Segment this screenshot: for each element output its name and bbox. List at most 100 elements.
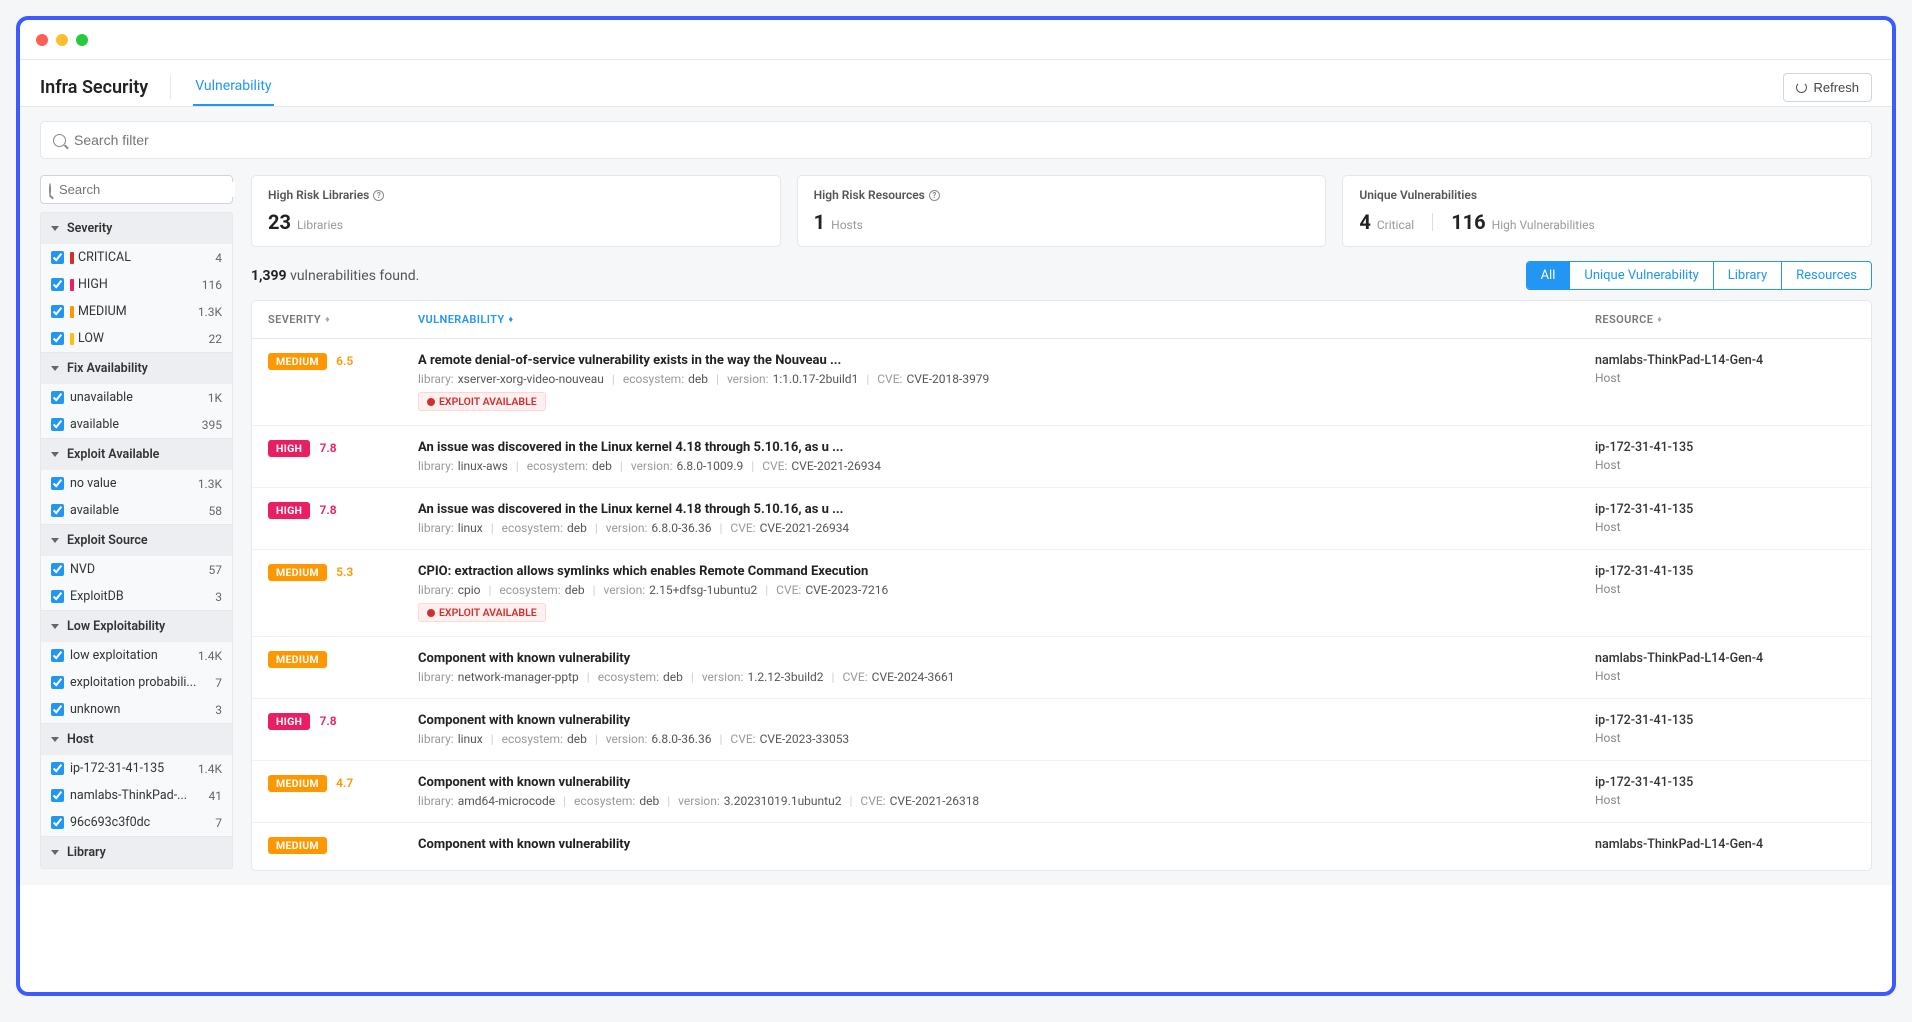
- severity-score: 6.5: [336, 354, 353, 368]
- info-icon[interactable]: ?: [929, 190, 940, 201]
- col-header-resource[interactable]: RESOURCE ♦: [1595, 313, 1662, 326]
- chevron-down-icon: [51, 226, 59, 231]
- facet-item[interactable]: ExploitDB3: [41, 583, 232, 610]
- facet-item[interactable]: low exploitation1.4K: [41, 642, 232, 669]
- resource-name: namlabs-ThinkPad-L14-Gen-4: [1595, 651, 1855, 666]
- chevron-down-icon: [51, 737, 59, 742]
- facet-item[interactable]: unavailable1K: [41, 384, 232, 411]
- stat-cards: High Risk Libraries? 23Libraries High Ri…: [251, 175, 1872, 247]
- facet-item-severity-high[interactable]: HIGH116: [41, 271, 232, 298]
- col-header-vulnerability[interactable]: VULNERABILITY ♦: [418, 313, 514, 326]
- checkbox[interactable]: [51, 305, 64, 318]
- resource-name: ip-172-31-41-135: [1595, 713, 1855, 728]
- severity-badge: MEDIUM: [268, 564, 327, 581]
- checkbox[interactable]: [51, 504, 64, 517]
- facet-header-exploit-source[interactable]: Exploit Source: [41, 524, 232, 556]
- facet-item-severity-critical[interactable]: CRITICAL4: [41, 244, 232, 271]
- vulnerability-meta: library: cpio |ecosystem: deb |version: …: [418, 583, 1595, 597]
- resource-type: Host: [1595, 731, 1855, 745]
- table-row[interactable]: MEDIUM 6.5 A remote denial-of-service vu…: [252, 339, 1871, 426]
- vulnerability-title: CPIO: extraction allows symlinks which e…: [418, 564, 1595, 579]
- table-row[interactable]: HIGH 7.8 An issue was discovered in the …: [252, 488, 1871, 550]
- vulnerability-meta: library: network-manager-pptp |ecosystem…: [418, 670, 1595, 684]
- checkbox[interactable]: [51, 563, 64, 576]
- facet-header-library[interactable]: Library: [41, 836, 232, 868]
- window-controls: [36, 34, 88, 46]
- maximize-window-icon[interactable]: [76, 34, 88, 46]
- checkbox[interactable]: [51, 332, 64, 345]
- resource-name: ip-172-31-41-135: [1595, 440, 1855, 455]
- view-all-button[interactable]: All: [1527, 262, 1570, 289]
- checkbox[interactable]: [51, 816, 64, 829]
- severity-score: 4.7: [336, 776, 353, 790]
- facet-item[interactable]: exploitation probabili...7: [41, 669, 232, 696]
- severity-score: 7.8: [320, 503, 337, 517]
- view-library-button[interactable]: Library: [1713, 262, 1781, 289]
- severity-badge: HIGH: [268, 713, 310, 730]
- table-rows: MEDIUM 6.5 A remote denial-of-service vu…: [252, 339, 1871, 870]
- resource-name: ip-172-31-41-135: [1595, 564, 1855, 579]
- facet-item[interactable]: available395: [41, 411, 232, 438]
- resource-name: ip-172-31-41-135: [1595, 502, 1855, 517]
- facet-item-severity-medium[interactable]: MEDIUM1.3K: [41, 298, 232, 325]
- checkbox[interactable]: [51, 703, 64, 716]
- checkbox[interactable]: [51, 391, 64, 404]
- view-resources-button[interactable]: Resources: [1781, 262, 1871, 289]
- resource-name: namlabs-ThinkPad-L14-Gen-4: [1595, 353, 1855, 368]
- facet-header-host[interactable]: Host: [41, 723, 232, 755]
- checkbox[interactable]: [51, 789, 64, 802]
- checkbox[interactable]: [51, 251, 64, 264]
- chevron-down-icon: [51, 452, 59, 457]
- facet-header-low-exploitability[interactable]: Low Exploitability: [41, 610, 232, 642]
- bomb-icon: [427, 398, 435, 406]
- facet-panel[interactable]: Severity CRITICAL4 HIGH116 MEDIUM1.3K LO…: [40, 212, 233, 869]
- checkbox[interactable]: [51, 590, 64, 603]
- facet-header-exploit-available[interactable]: Exploit Available: [41, 438, 232, 470]
- facet-item[interactable]: 96c693c3f0dc7: [41, 809, 232, 836]
- view-toggle: All Unique Vulnerability Library Resourc…: [1526, 261, 1872, 290]
- severity-bar-icon: [70, 306, 74, 318]
- resource-type: Host: [1595, 669, 1855, 683]
- table-row[interactable]: HIGH 7.8 An issue was discovered in the …: [252, 426, 1871, 488]
- facet-item[interactable]: NVD57: [41, 556, 232, 583]
- page-header: Infra Security Vulnerability Refresh: [20, 60, 1892, 107]
- search-filter-input[interactable]: [74, 132, 1859, 148]
- resource-type: Host: [1595, 582, 1855, 596]
- view-unique-button[interactable]: Unique Vulnerability: [1569, 262, 1712, 289]
- facet-item[interactable]: available58: [41, 497, 232, 524]
- facet-item[interactable]: namlabs-ThinkPad-...41: [41, 782, 232, 809]
- vulnerability-table: SEVERITY ♦ VULNERABILITY ♦ RESOURCE ♦ ME…: [251, 300, 1872, 871]
- checkbox[interactable]: [51, 762, 64, 775]
- facet-search[interactable]: [40, 175, 233, 204]
- close-window-icon[interactable]: [36, 34, 48, 46]
- table-row[interactable]: MEDIUM 5.3 CPIO: extraction allows symli…: [252, 550, 1871, 637]
- table-row[interactable]: MEDIUM Component with known vulnerabilit…: [252, 637, 1871, 699]
- facet-item-severity-low[interactable]: LOW22: [41, 325, 232, 352]
- table-row[interactable]: MEDIUM Component with known vulnerabilit…: [252, 823, 1871, 870]
- vulnerability-title: An issue was discovered in the Linux ker…: [418, 502, 1595, 517]
- facet-item[interactable]: no value1.3K: [41, 470, 232, 497]
- vulnerability-meta: library: linux |ecosystem: deb |version:…: [418, 521, 1595, 535]
- search-filter-bar[interactable]: [40, 121, 1872, 159]
- checkbox[interactable]: [51, 278, 64, 291]
- table-row[interactable]: MEDIUM 4.7 Component with known vulnerab…: [252, 761, 1871, 823]
- sort-icon: ♦: [325, 314, 330, 325]
- checkbox[interactable]: [51, 418, 64, 431]
- resource-type: Host: [1595, 793, 1855, 807]
- facet-header-severity[interactable]: Severity: [41, 213, 232, 244]
- facet-search-input[interactable]: [59, 182, 235, 197]
- table-row[interactable]: HIGH 7.8 Component with known vulnerabil…: [252, 699, 1871, 761]
- checkbox[interactable]: [51, 649, 64, 662]
- nav-tabs: Vulnerability: [193, 68, 273, 106]
- col-header-severity[interactable]: SEVERITY ♦: [268, 313, 330, 326]
- refresh-button[interactable]: Refresh: [1783, 73, 1872, 102]
- tab-vulnerability[interactable]: Vulnerability: [193, 68, 273, 106]
- minimize-window-icon[interactable]: [56, 34, 68, 46]
- checkbox[interactable]: [51, 676, 64, 689]
- info-icon[interactable]: ?: [373, 190, 384, 201]
- facet-header-fix-availability[interactable]: Fix Availability: [41, 352, 232, 384]
- severity-score: 5.3: [336, 565, 353, 579]
- checkbox[interactable]: [51, 477, 64, 490]
- facet-item[interactable]: ip-172-31-41-1351.4K: [41, 755, 232, 782]
- facet-item[interactable]: unknown3: [41, 696, 232, 723]
